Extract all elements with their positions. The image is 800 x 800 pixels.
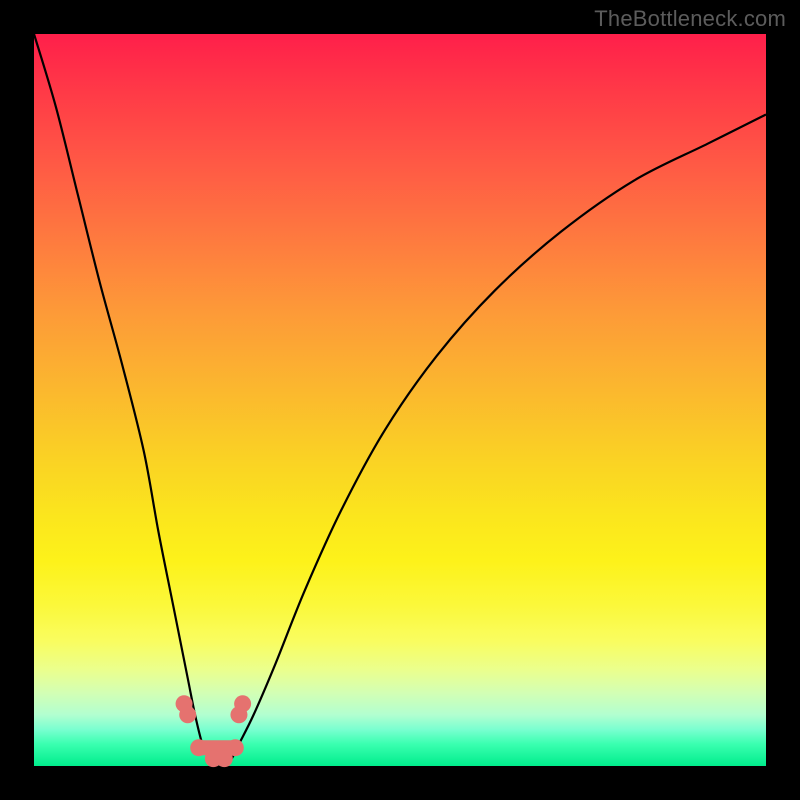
curve-marker — [190, 739, 207, 756]
chart-frame: TheBottleneck.com — [0, 0, 800, 800]
curve-marker — [227, 739, 244, 756]
curve-marker — [234, 695, 251, 712]
plot-area — [34, 34, 766, 766]
curve-layer — [34, 34, 766, 766]
marker-group — [176, 695, 252, 767]
watermark-text: TheBottleneck.com — [594, 6, 786, 32]
curve-marker — [179, 706, 196, 723]
bottleneck-curve — [34, 34, 766, 767]
